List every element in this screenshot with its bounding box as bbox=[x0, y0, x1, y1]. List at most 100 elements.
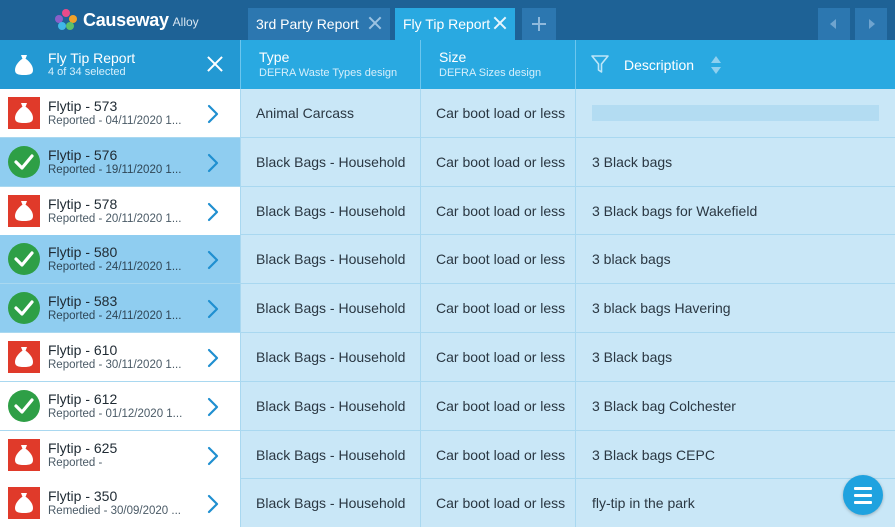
logo: Causeway Alloy bbox=[55, 8, 199, 32]
cell-type[interactable]: Black Bags - Household bbox=[241, 332, 421, 381]
cell-type[interactable]: Black Bags - Household bbox=[241, 430, 421, 479]
list-item[interactable]: Flytip - 612 Reported - 01/12/2020 1... bbox=[0, 381, 241, 430]
size-text: Car boot load or less bbox=[436, 446, 566, 463]
item-subtitle: Reported - 20/11/2020 1... bbox=[48, 212, 182, 225]
cell-type[interactable]: Black Bags - Household bbox=[241, 284, 421, 333]
description-text: 3 black bags bbox=[592, 251, 671, 268]
bag-icon[interactable] bbox=[8, 340, 40, 373]
item-subtitle: Reported - 04/11/2020 1... bbox=[48, 115, 182, 127]
bag-icon bbox=[15, 55, 33, 75]
item-title: Flytip - 350 bbox=[48, 488, 118, 505]
chevron-right-icon[interactable] bbox=[206, 250, 220, 275]
check-circle-icon[interactable] bbox=[8, 292, 40, 325]
cell-size[interactable]: Car boot load or less bbox=[421, 381, 576, 430]
description-placeholder bbox=[592, 105, 879, 121]
table-row[interactable]: Flytip - 578 Reported - 20/11/2020 1... Bl… bbox=[0, 186, 895, 236]
sort-icon[interactable] bbox=[710, 55, 722, 75]
type-text: Black Bags - Household bbox=[256, 495, 406, 512]
cell-description[interactable]: 3 black bags Havering bbox=[576, 284, 895, 332]
item-title: Flytip - 610 bbox=[48, 341, 118, 358]
tab-label: 3rd Party Report bbox=[256, 16, 359, 32]
cell-type[interactable]: Black Bags - Household bbox=[241, 381, 421, 430]
list-item[interactable]: Flytip - 573 Reported - 04/11/2020 1... bbox=[0, 89, 241, 137]
item-subtitle: Reported - 01/12/2020 1... bbox=[48, 407, 183, 420]
chevron-right-icon[interactable] bbox=[206, 446, 220, 471]
table-row[interactable]: Flytip - 612 Reported - 01/12/2020 1... Bl… bbox=[0, 381, 895, 431]
cell-size[interactable]: Car boot load or less bbox=[421, 89, 576, 137]
cell-description[interactable]: 3 Black bags for Wakefield bbox=[576, 187, 895, 235]
close-icon[interactable] bbox=[493, 16, 507, 30]
cell-type[interactable]: Black Bags - Household bbox=[241, 137, 421, 186]
cell-size[interactable]: Car boot load or less bbox=[421, 479, 576, 527]
item-title: Flytip - 612 bbox=[48, 390, 118, 407]
bag-icon[interactable] bbox=[8, 194, 40, 227]
cell-description[interactable]: 3 Black bag Colchester bbox=[576, 382, 895, 430]
column-header-description[interactable]: Description bbox=[576, 40, 895, 89]
size-text: Car boot load or less bbox=[436, 495, 566, 512]
filter-icon[interactable] bbox=[590, 54, 610, 74]
table-row[interactable]: Flytip - 573 Reported - 04/11/2020 1... An… bbox=[0, 89, 895, 138]
item-subtitle: Reported - 24/11/2020 1... bbox=[48, 310, 182, 323]
tab-3rd-party-report[interactable]: 3rd Party Report bbox=[248, 8, 390, 40]
cell-size[interactable]: Car boot load or less bbox=[421, 137, 576, 186]
cell-type[interactable]: Black Bags - Household bbox=[241, 235, 421, 284]
description-text: fly-tip in the park bbox=[592, 495, 695, 512]
cell-size[interactable]: Car boot load or less bbox=[421, 186, 576, 235]
report-list: Flytip - 573 Reported - 04/11/2020 1... An… bbox=[0, 89, 895, 527]
bag-icon[interactable] bbox=[8, 97, 40, 129]
add-tab-button[interactable] bbox=[522, 8, 556, 40]
column-header-size[interactable]: Size DEFRA Sizes design bbox=[421, 40, 576, 89]
chevron-right-icon[interactable] bbox=[855, 8, 887, 40]
table-row[interactable]: Flytip - 350 Remedied - 30/09/2020 ... Bla… bbox=[0, 479, 895, 527]
column-header-type[interactable]: Type DEFRA Waste Types design bbox=[241, 40, 421, 89]
list-item[interactable]: Flytip - 576 Reported - 19/11/2020 1... bbox=[0, 137, 241, 186]
tab-fly-tip-report[interactable]: Fly Tip Report bbox=[395, 8, 515, 40]
list-item[interactable]: Flytip - 583 Reported - 24/11/2020 1... bbox=[0, 284, 241, 333]
menu-button[interactable] bbox=[843, 475, 883, 515]
check-circle-icon[interactable] bbox=[8, 145, 40, 178]
chevron-right-icon[interactable] bbox=[206, 397, 220, 422]
list-item[interactable]: Flytip - 580 Reported - 24/11/2020 1... bbox=[0, 235, 241, 284]
list-item[interactable]: Flytip - 625 Reported - bbox=[0, 430, 241, 479]
column-title: Size bbox=[439, 49, 467, 65]
chevron-right-icon[interactable] bbox=[206, 299, 220, 324]
cell-size[interactable]: Car boot load or less bbox=[421, 430, 576, 479]
check-circle-icon[interactable] bbox=[8, 389, 40, 422]
description-text: 3 Black bag Colchester bbox=[592, 397, 736, 414]
chevron-right-icon[interactable] bbox=[206, 153, 220, 178]
cell-size[interactable]: Car boot load or less bbox=[421, 284, 576, 333]
bag-icon[interactable] bbox=[8, 438, 40, 471]
cell-description[interactable]: 3 Black bags bbox=[576, 333, 895, 381]
list-item[interactable]: Flytip - 578 Reported - 20/11/2020 1... bbox=[0, 186, 241, 235]
chevron-left-icon[interactable] bbox=[818, 8, 850, 40]
close-icon[interactable] bbox=[205, 54, 225, 74]
table-row[interactable]: Flytip - 580 Reported - 24/11/2020 1... Bl… bbox=[0, 235, 895, 285]
type-text: Black Bags - Household bbox=[256, 397, 406, 414]
table-row[interactable]: Flytip - 576 Reported - 19/11/2020 1... Bl… bbox=[0, 137, 895, 187]
cell-description[interactable]: 3 Black bags bbox=[576, 138, 895, 186]
list-item[interactable]: Flytip - 610 Reported - 30/11/2020 1... bbox=[0, 332, 241, 381]
cell-description[interactable]: 3 black bags bbox=[576, 235, 895, 283]
bag-icon[interactable] bbox=[8, 487, 40, 520]
check-circle-icon[interactable] bbox=[8, 243, 40, 276]
cell-type[interactable]: Black Bags - Household bbox=[241, 186, 421, 235]
cell-type[interactable]: Animal Carcass bbox=[241, 89, 421, 137]
item-title: Flytip - 573 bbox=[48, 98, 118, 114]
chevron-right-icon[interactable] bbox=[206, 202, 220, 227]
table-row[interactable]: Flytip - 610 Reported - 30/11/2020 1... Bl… bbox=[0, 332, 895, 382]
table-row[interactable]: Flytip - 625 Reported - Black Bags - House… bbox=[0, 430, 895, 480]
cell-description[interactable] bbox=[576, 89, 895, 137]
close-icon[interactable] bbox=[368, 16, 382, 30]
chevron-right-icon[interactable] bbox=[206, 494, 220, 519]
chevron-right-icon[interactable] bbox=[206, 104, 220, 129]
table-row[interactable]: Flytip - 583 Reported - 24/11/2020 1... Bl… bbox=[0, 284, 895, 333]
list-item[interactable]: Flytip - 350 Remedied - 30/09/2020 ... bbox=[0, 479, 241, 527]
cell-description[interactable]: 3 Black bags CEPC bbox=[576, 431, 895, 479]
tab-label: Fly Tip Report bbox=[403, 16, 491, 32]
cell-size[interactable]: Car boot load or less bbox=[421, 332, 576, 381]
chevron-right-icon[interactable] bbox=[206, 348, 220, 373]
description-text: 3 Black bags bbox=[592, 153, 673, 170]
cell-size[interactable]: Car boot load or less bbox=[421, 235, 576, 284]
grid-header: Fly Tip Report 4 of 34 selected Type DEF… bbox=[0, 40, 895, 89]
cell-type[interactable]: Black Bags - Household bbox=[241, 479, 421, 527]
